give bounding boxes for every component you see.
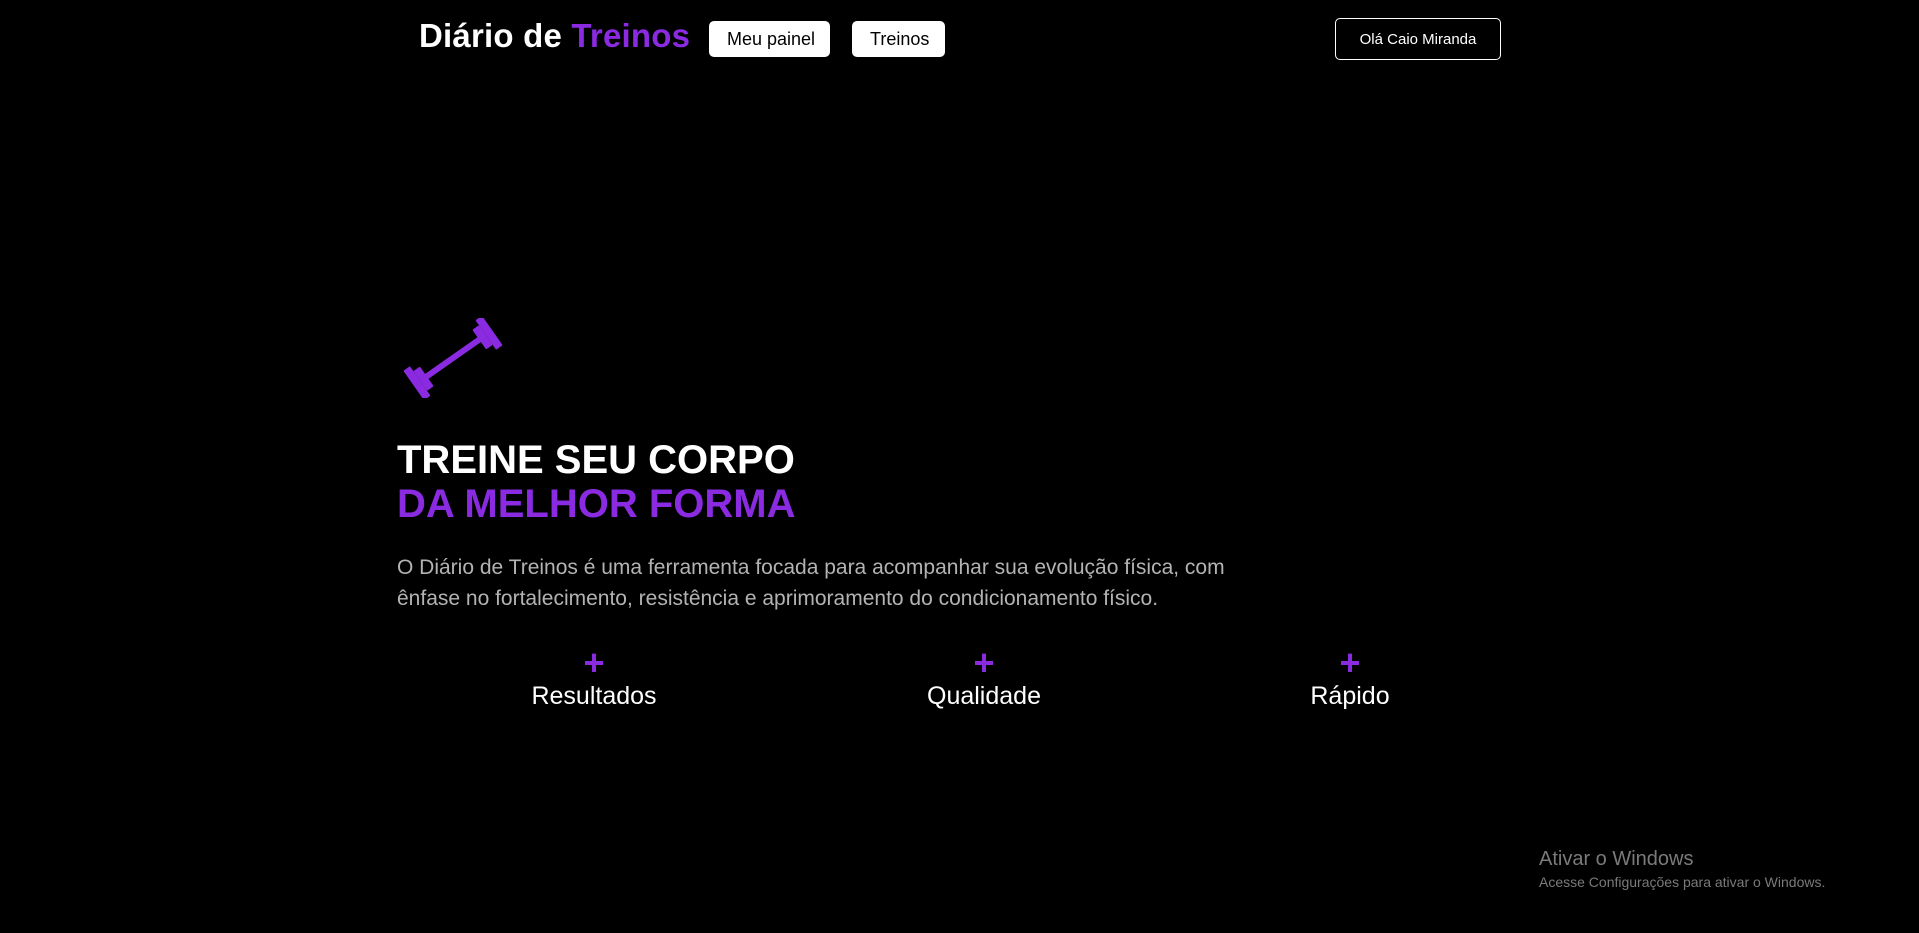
top-navbar: Diário de Treinos Meu painel Treinos Olá… [0, 0, 1919, 78]
treinos-button[interactable]: Treinos [852, 21, 945, 57]
logo-prefix: Diário de [419, 17, 563, 54]
watermark-subtitle: Acesse Configurações para ativar o Windo… [1539, 874, 1826, 890]
page: Diário de Treinos Meu painel Treinos Olá… [0, 0, 1919, 933]
feature-qualidade: + Qualidade [874, 642, 1094, 712]
watermark-title: Ativar o Windows [1539, 848, 1694, 870]
dumbbell-icon [403, 318, 503, 398]
headline-line-1: TREINE SEU CORPO [397, 438, 795, 482]
plus-icon: + [1339, 642, 1361, 683]
feature-rapido: + Rápido [1240, 642, 1460, 712]
headline-line-2: DA MELHOR FORMA [397, 482, 796, 526]
hero-headline: TREINE SEU CORPO DA MELHOR FORMA [397, 438, 795, 526]
feature-label: Qualidade [927, 682, 1041, 710]
logo-accent: Treinos [571, 17, 691, 54]
app-logo[interactable]: Diário de Treinos [419, 17, 690, 55]
plus-icon: + [583, 642, 605, 683]
hero-description: O Diário de Treinos é uma ferramenta foc… [397, 556, 1225, 610]
feature-label: Resultados [531, 682, 657, 710]
user-greeting-button[interactable]: Olá Caio Miranda [1335, 18, 1501, 60]
feature-label: Rápido [1310, 682, 1390, 710]
meu-painel-button[interactable]: Meu painel [709, 21, 830, 57]
feature-resultados: + Resultados [484, 642, 704, 712]
plus-icon: + [973, 642, 995, 683]
windows-activation-watermark: Ativar o Windows Acesse Configurações pa… [1539, 846, 1825, 892]
